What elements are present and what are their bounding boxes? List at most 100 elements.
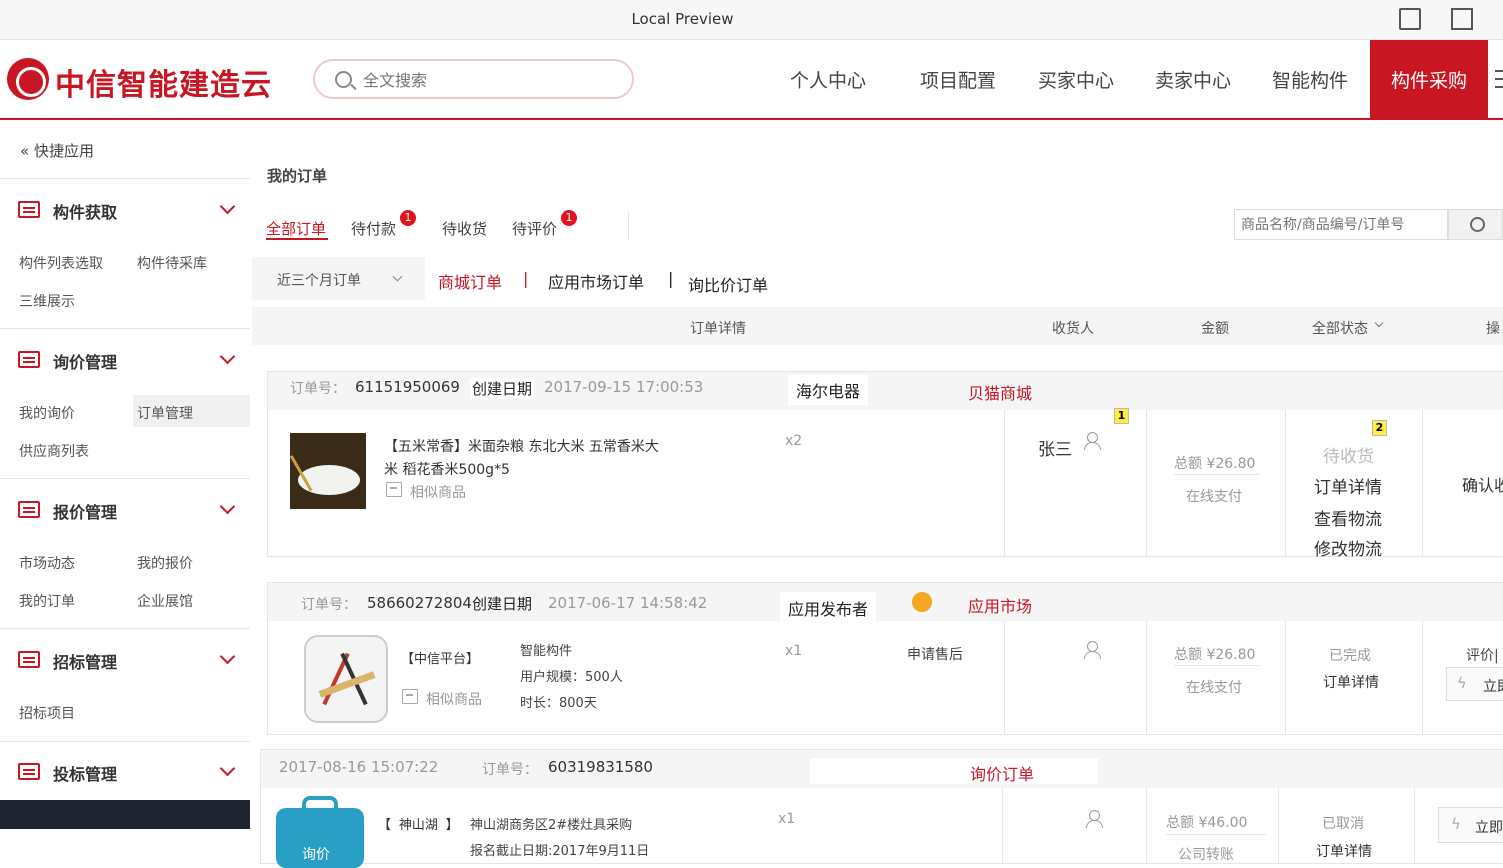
sidebar-link[interactable]: 招标项目 — [19, 703, 75, 723]
sidebar-section-title[interactable]: 投标管理 — [53, 761, 117, 785]
chevron-down-icon[interactable] — [219, 198, 236, 215]
after-sale-link[interactable]: 申请售后 — [907, 644, 963, 664]
order-search-button[interactable] — [1448, 209, 1503, 240]
action-button[interactable]: ϟ 立即 — [1446, 667, 1503, 701]
review-link[interactable]: 评价| — [1466, 645, 1499, 665]
order-detail-link[interactable]: 订单详情 — [1314, 473, 1382, 498]
search-input[interactable] — [363, 69, 613, 91]
app-icon[interactable] — [304, 635, 388, 723]
sidebar-link[interactable]: 构件列表选取 — [19, 253, 103, 273]
sidebar-section-title[interactable]: 询价管理 — [53, 349, 117, 373]
view-logistics-link[interactable]: 查看物流 — [1314, 505, 1382, 530]
sidebar-link[interactable]: 供应商列表 — [19, 441, 89, 461]
order-detail-link[interactable]: 订单详情 — [1323, 672, 1379, 692]
created-date: 2017-08-16 15:07:22 — [279, 758, 439, 776]
tab-all-orders[interactable]: 全部订单 — [266, 218, 326, 239]
nav-smart-components[interactable]: 智能构件 — [1272, 66, 1348, 93]
product-title-line2[interactable]: 米 稻花香米500g*5 — [384, 459, 510, 479]
search-icon — [1470, 217, 1485, 232]
logo-text[interactable]: 中信智能建造云 — [55, 60, 272, 104]
sidebar-link-active[interactable]: 订单管理 — [137, 403, 193, 423]
filter-inquiry-orders[interactable]: 询比价订单 — [688, 272, 768, 296]
filter-separator: | — [668, 269, 674, 288]
sidebar-section-title[interactable]: 招标管理 — [53, 649, 117, 673]
reader-mode-icon[interactable] — [1399, 8, 1421, 30]
period-filter[interactable]: 近三个月订单 — [252, 257, 425, 300]
action-button[interactable]: ϟ 立即 — [1438, 807, 1503, 843]
order-number: 61151950069 — [355, 378, 460, 396]
order-status: 已完成 — [1329, 648, 1371, 664]
order-detail-link[interactable]: 订单详情 — [1316, 841, 1372, 861]
product-name[interactable]: 智能构件 — [520, 640, 572, 659]
person-icon[interactable] — [1084, 432, 1101, 450]
sidebar-link[interactable]: 我的询价 — [19, 403, 75, 423]
sidebar-section-title[interactable]: 报价管理 — [53, 499, 117, 523]
quantity: x1 — [778, 811, 796, 827]
tab-pending-payment[interactable]: 待付款 — [351, 218, 396, 239]
product-platform: 【中信平台】 — [401, 652, 480, 667]
nav-personal-center[interactable]: 个人中心 — [790, 66, 866, 93]
inquiry-bag-icon[interactable]: 询价 — [276, 796, 364, 868]
sidebar-section-title[interactable]: 构件获取 — [53, 199, 117, 223]
similar-products-icon[interactable] — [386, 482, 402, 497]
similar-products-link[interactable]: 相似商品 — [410, 482, 466, 502]
sidebar-link[interactable]: 三维展示 — [19, 291, 75, 311]
tab-pending-receipt[interactable]: 待收货 — [442, 218, 487, 239]
shop-name[interactable]: 应用发布者 — [780, 592, 877, 624]
nav-project-config[interactable]: 项目配置 — [920, 66, 996, 93]
sidebar-link[interactable]: 企业展馆 — [137, 591, 193, 611]
product-duration: 时长：800天 — [520, 696, 597, 711]
product-title-line2: 报名截止日期:2017年9月11日 — [470, 844, 650, 859]
notification-badge: 1 — [400, 210, 416, 226]
quick-apps-toggle[interactable]: « 快捷应用 — [20, 140, 94, 161]
chevron-down-icon[interactable] — [1374, 318, 1384, 328]
created-date-label: 创建日期 — [472, 595, 533, 613]
logo-icon[interactable] — [7, 58, 49, 100]
nav-seller-center[interactable]: 卖家中心 — [1155, 66, 1231, 93]
order-search-input[interactable] — [1241, 215, 1441, 235]
marker-badge: 2 — [1372, 420, 1387, 436]
order-amount: 总额 ¥46.00 — [1166, 815, 1248, 831]
order-source: 应用市场 — [968, 597, 1033, 616]
sidebar-link[interactable]: 市场动态 — [19, 553, 75, 573]
search-icon[interactable] — [335, 71, 352, 88]
menu-icon[interactable] — [1495, 70, 1503, 72]
sidebar-footer-bar — [0, 800, 250, 829]
column-amount: 金额 — [1201, 321, 1229, 337]
person-icon[interactable] — [1086, 810, 1103, 828]
shop-name[interactable]: 海尔电器 — [788, 375, 869, 405]
table-header: 订单详情 收货人 金额 全部状态 操 — [252, 307, 1503, 345]
chevron-down-icon[interactable] — [219, 498, 236, 515]
product-title-line1[interactable]: 【五米常香】米面杂粮 东北大米 五常香米大 — [384, 436, 659, 456]
tab-pending-review[interactable]: 待评价 — [512, 218, 557, 239]
sidebar-link[interactable]: 我的订单 — [19, 591, 75, 611]
filter-mall-orders[interactable]: 商城订单 — [438, 269, 502, 293]
similar-products-link[interactable]: 相似商品 — [426, 689, 482, 709]
product-image[interactable] — [289, 433, 366, 509]
column-status-filter[interactable]: 全部状态 — [1312, 318, 1368, 338]
product-title-line1[interactable]: 神山湖商务区2#楼灶具采购 — [470, 814, 632, 833]
order-number-label: 订单号： — [482, 762, 538, 778]
chevron-down-icon[interactable] — [219, 348, 236, 365]
order-search-field[interactable] — [1234, 209, 1448, 240]
chevron-down-icon[interactable] — [219, 648, 236, 665]
column-receiver: 收货人 — [1052, 321, 1094, 337]
modify-logistics-link[interactable]: 修改物流 — [1314, 535, 1382, 560]
confirm-receipt-button[interactable]: 确认收 — [1462, 472, 1503, 496]
global-search[interactable] — [313, 59, 634, 99]
sidebar-link[interactable]: 构件待采库 — [137, 253, 207, 273]
similar-products-icon[interactable] — [402, 689, 418, 704]
product-tag: 【 神山湖 】 — [378, 818, 459, 833]
nav-component-purchase[interactable]: 构件采购 — [1370, 40, 1488, 119]
export-icon[interactable] — [1451, 8, 1473, 30]
filter-app-market-orders[interactable]: 应用市场订单 — [548, 269, 644, 293]
nav-buyer-center[interactable]: 买家中心 — [1038, 66, 1114, 93]
lightning-icon: ϟ — [1457, 674, 1467, 692]
order-number: 58660272804 — [367, 594, 472, 612]
chevron-down-icon[interactable] — [219, 760, 236, 777]
sidebar-link[interactable]: 我的报价 — [137, 553, 193, 573]
created-date-label: 创建日期 — [470, 378, 535, 399]
shop-badge-icon — [912, 592, 932, 612]
quantity: x1 — [785, 643, 803, 659]
person-icon[interactable] — [1084, 641, 1101, 659]
